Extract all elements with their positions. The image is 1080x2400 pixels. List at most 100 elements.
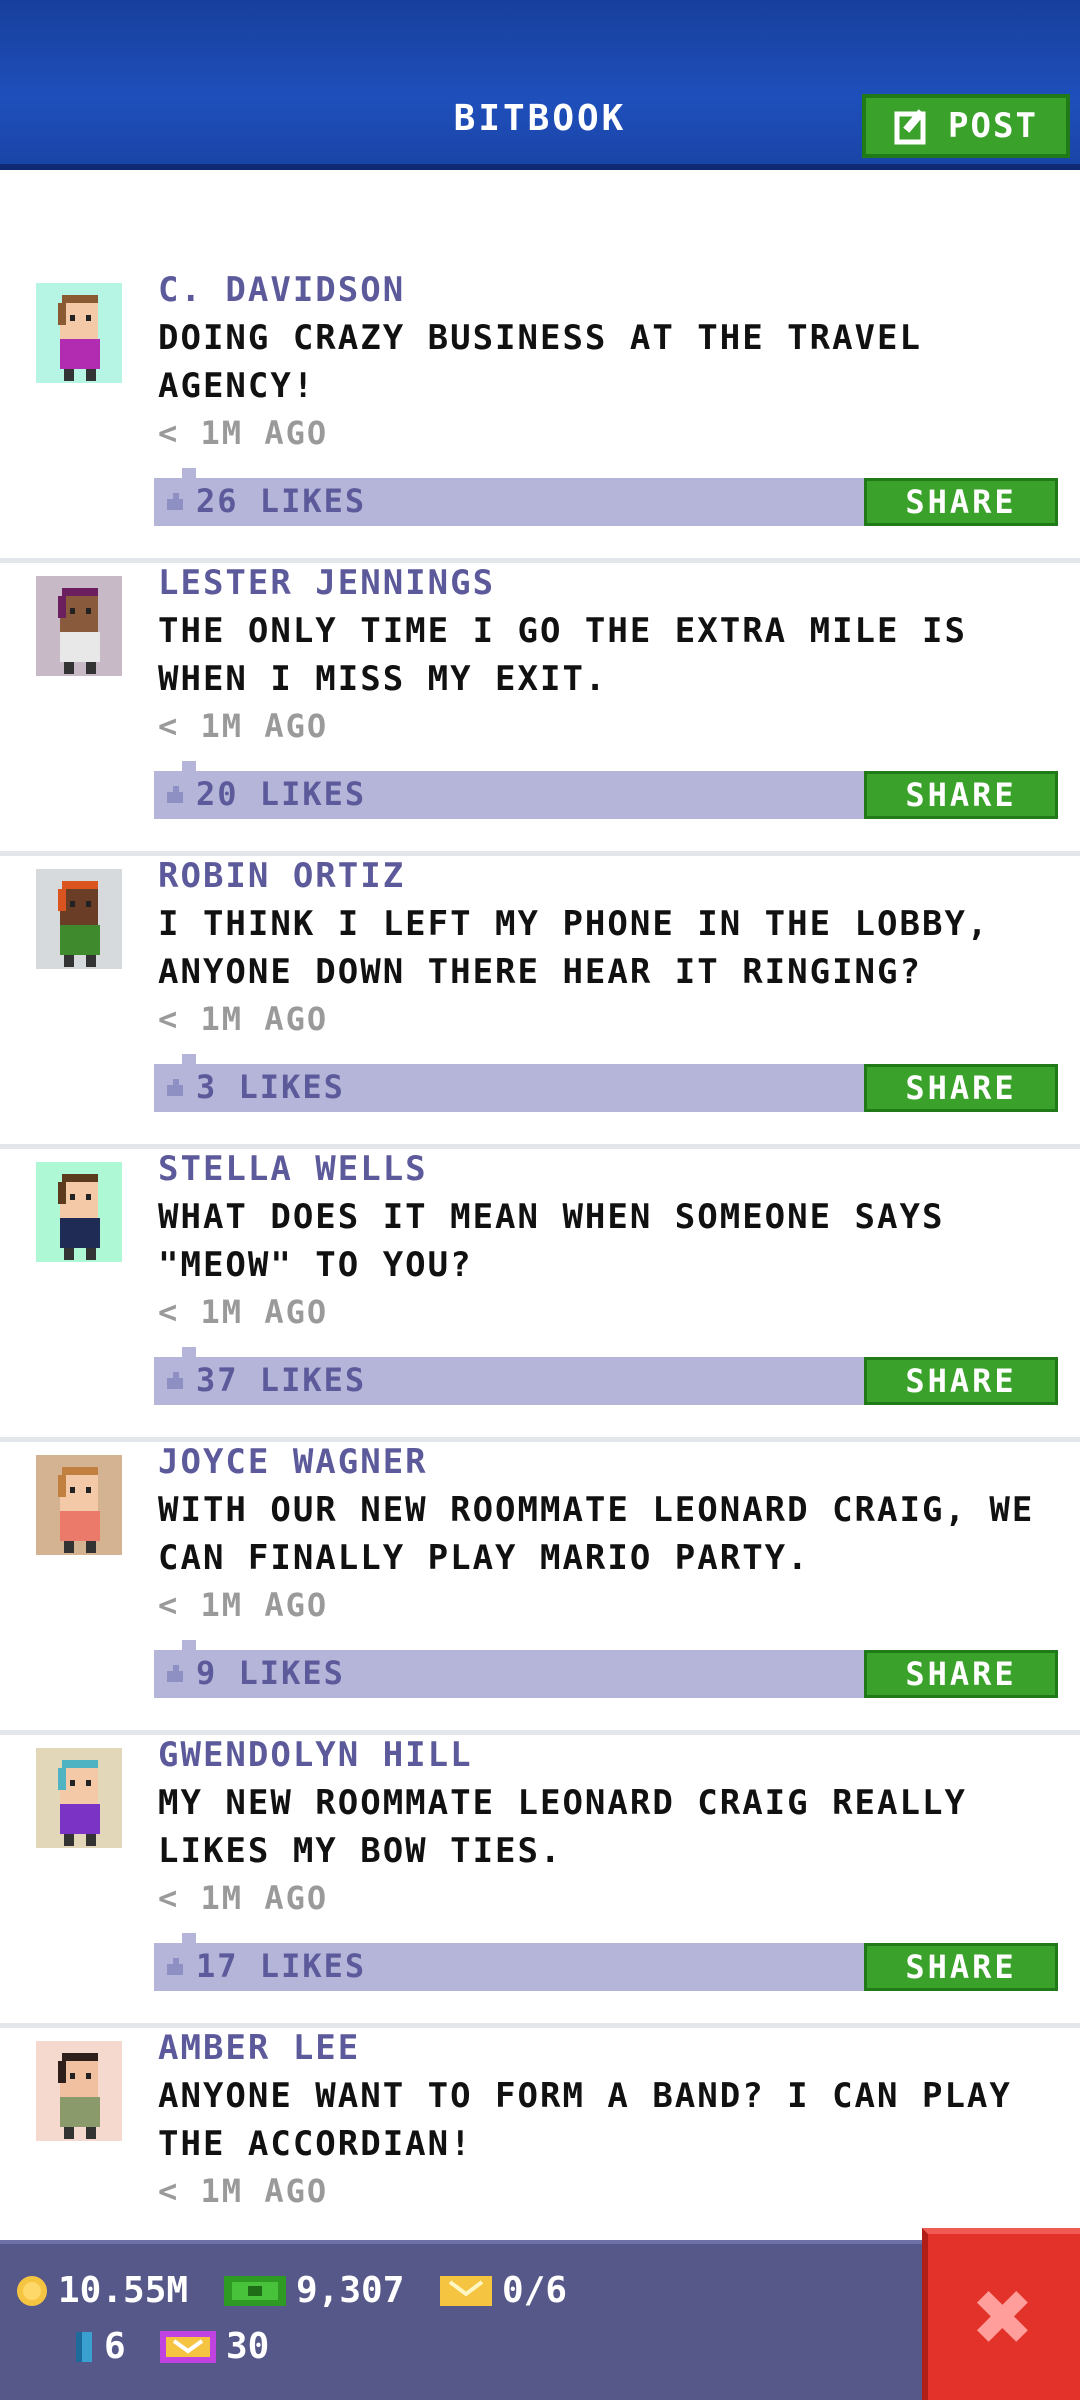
likes-label: 20 LIKES — [196, 775, 367, 813]
feed-post: STELLA WELLS WHAT DOES IT MEAN WHEN SOME… — [0, 1149, 1080, 1442]
likes-label: 9 LIKES — [196, 1654, 345, 1692]
character-avatar-icon — [36, 1455, 122, 1555]
thumbs-up-icon — [167, 786, 183, 803]
post-author[interactable]: JOYCE WAGNER — [158, 1442, 428, 1482]
likes-bar: 37 LIKES SHARE — [154, 1347, 1058, 1405]
likes-count[interactable]: 3 LIKES — [164, 1068, 345, 1106]
post-message: ANYONE WANT TO FORM A BAND? I CAN PLAY T… — [158, 2076, 1012, 2164]
post-author[interactable]: LESTER JENNINGS — [158, 563, 495, 603]
likes-count[interactable]: 26 LIKES — [164, 482, 366, 520]
likes-bar-tab — [182, 1933, 196, 1943]
avatar[interactable] — [20, 2032, 138, 2150]
share-button[interactable]: SHARE — [864, 478, 1058, 526]
likes-bar: 20 LIKES SHARE — [154, 761, 1058, 819]
character-avatar-icon — [36, 869, 122, 969]
post-time: < 1M AGO — [158, 1586, 329, 1624]
post-message: WITH OUR NEW ROOMMATE LEONARD CRAIG, WE … — [158, 1490, 1035, 1578]
post-author[interactable]: ROBIN ORTIZ — [158, 856, 405, 896]
likes-bar-tab — [182, 468, 196, 478]
close-icon: ✖ — [973, 2258, 1035, 2375]
character-avatar-icon — [36, 1748, 122, 1848]
character-avatar-icon — [36, 283, 122, 383]
post-time: < 1M AGO — [158, 1293, 329, 1331]
post-time: < 1M AGO — [158, 1879, 329, 1917]
item-icon — [76, 2331, 92, 2362]
golden-stat: 30 — [158, 2326, 269, 2367]
likes-bar: 9 LIKES SHARE — [154, 1640, 1058, 1698]
likes-label: 17 LIKES — [196, 1947, 367, 1985]
tickets-value: 0/6 — [502, 2270, 568, 2311]
likes-bar-tab — [182, 1347, 196, 1357]
coin-icon — [17, 2275, 47, 2306]
thumbs-up-icon — [167, 1079, 183, 1096]
avatar[interactable] — [20, 1153, 138, 1271]
likes-count[interactable]: 17 LIKES — [164, 1947, 366, 1985]
share-button[interactable]: SHARE — [864, 1650, 1058, 1698]
tickets-stat: 0/6 — [438, 2270, 567, 2311]
likes-bar-tab — [182, 1640, 196, 1650]
golden-ticket-icon — [160, 2330, 216, 2363]
post-message: DOING CRAZY BUSINESS AT THE TRAVEL AGENC… — [158, 318, 922, 406]
post-button[interactable]: POST — [862, 94, 1070, 158]
coins-value: 10.55M — [58, 2270, 189, 2311]
post-author[interactable]: AMBER LEE — [158, 2028, 360, 2068]
thumbs-up-icon — [167, 493, 183, 510]
app-header: BITBOOK POST — [0, 0, 1080, 170]
avatar[interactable] — [20, 1739, 138, 1857]
feed-post: JOYCE WAGNER WITH OUR NEW ROOMMATE LEONA… — [0, 1442, 1080, 1735]
likes-count[interactable]: 37 LIKES — [164, 1361, 366, 1399]
ticket-icon — [440, 2275, 492, 2306]
avatar[interactable] — [20, 1446, 138, 1564]
close-button[interactable]: ✖ — [922, 2228, 1080, 2400]
feed-list[interactable]: C. DAVIDSON DOING CRAZY BUSINESS AT THE … — [0, 270, 1080, 2321]
likes-label: 26 LIKES — [196, 482, 367, 520]
likes-count[interactable]: 9 LIKES — [164, 1654, 345, 1692]
post-message: WHAT DOES IT MEAN WHEN SOMEONE SAYS "MEO… — [158, 1197, 945, 1285]
share-button[interactable]: SHARE — [864, 771, 1058, 819]
share-button[interactable]: SHARE — [864, 1064, 1058, 1112]
likes-count[interactable]: 20 LIKES — [164, 775, 366, 813]
feed-post: LESTER JENNINGS THE ONLY TIME I GO THE E… — [0, 563, 1080, 856]
post-message: THE ONLY TIME I GO THE EXTRA MILE IS WHE… — [158, 611, 967, 699]
status-bar: 10.55M 9,307 0/6 6 30 — [0, 2240, 1080, 2400]
bux-stat: 9,307 — [222, 2270, 404, 2311]
feed-post: ROBIN ORTIZ I THINK I LEFT MY PHONE IN T… — [0, 856, 1080, 1149]
likes-bar-tab — [182, 761, 196, 771]
avatar[interactable] — [20, 567, 138, 685]
items-value: 6 — [104, 2326, 126, 2367]
thumbs-up-icon — [167, 1665, 183, 1682]
character-avatar-icon — [36, 576, 122, 676]
thumbs-up-icon — [167, 1958, 183, 1975]
edit-icon — [894, 109, 926, 145]
feed-post: C. DAVIDSON DOING CRAZY BUSINESS AT THE … — [0, 270, 1080, 563]
likes-label: 3 LIKES — [196, 1068, 345, 1106]
post-time: < 1M AGO — [158, 2172, 329, 2210]
character-avatar-icon — [36, 2041, 122, 2141]
post-button-label: POST — [948, 106, 1038, 146]
post-message: MY NEW ROOMMATE LEONARD CRAIG REALLY LIK… — [158, 1783, 967, 1871]
post-author[interactable]: STELLA WELLS — [158, 1149, 428, 1189]
likes-bar: 17 LIKES SHARE — [154, 1933, 1058, 1991]
avatar[interactable] — [20, 860, 138, 978]
feed-post: GWENDOLYN HILL MY NEW ROOMMATE LEONARD C… — [0, 1735, 1080, 2028]
post-author[interactable]: C. DAVIDSON — [158, 270, 405, 310]
post-time: < 1M AGO — [158, 707, 329, 745]
bux-icon — [224, 2275, 286, 2306]
bux-value: 9,307 — [296, 2270, 405, 2311]
post-time: < 1M AGO — [158, 414, 329, 452]
share-button[interactable]: SHARE — [864, 1943, 1058, 1991]
likes-label: 37 LIKES — [196, 1361, 367, 1399]
coins-stat: 10.55M — [14, 2270, 188, 2311]
golden-value: 30 — [226, 2326, 270, 2367]
post-time: < 1M AGO — [158, 1000, 329, 1038]
likes-bar-tab — [182, 1054, 196, 1064]
avatar[interactable] — [20, 274, 138, 392]
character-avatar-icon — [36, 1162, 122, 1262]
thumbs-up-icon — [167, 1372, 183, 1389]
items-stat: 6 — [72, 2326, 126, 2367]
likes-bar: 26 LIKES SHARE — [154, 468, 1058, 526]
post-message: I THINK I LEFT MY PHONE IN THE LOBBY, AN… — [158, 904, 990, 992]
share-button[interactable]: SHARE — [864, 1357, 1058, 1405]
likes-bar: 3 LIKES SHARE — [154, 1054, 1058, 1112]
post-author[interactable]: GWENDOLYN HILL — [158, 1735, 473, 1775]
